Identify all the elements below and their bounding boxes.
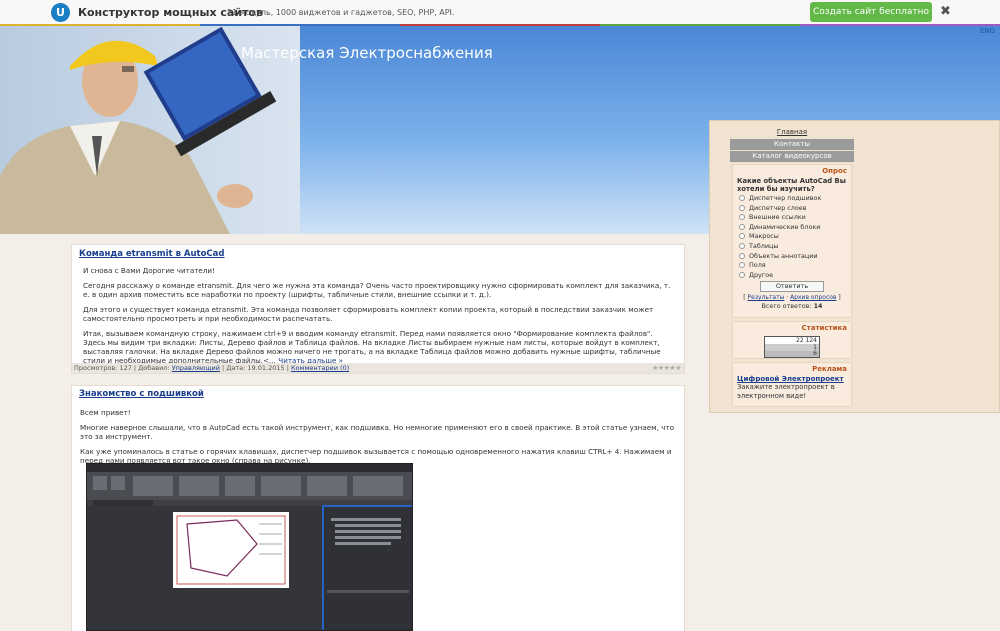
poll-option[interactable]: Другое — [733, 271, 851, 281]
radio-icon[interactable] — [739, 271, 745, 278]
poll-links: [ Результаты · Архив опросов ] — [743, 294, 841, 302]
stats-box: Статистика 22 124 1 6 — [732, 321, 852, 359]
nav-home[interactable]: Главная — [730, 127, 854, 138]
radio-icon[interactable] — [739, 204, 745, 211]
radio-icon[interactable] — [739, 214, 745, 221]
poll-option[interactable]: Диспетчер слоев — [733, 204, 851, 214]
poll-option-label: Макросы — [749, 232, 779, 241]
promo-bar: U Конструктор мощных сайтов 21 модуль, 1… — [0, 0, 1000, 26]
poll-option[interactable]: Диспетчер подшивок — [733, 194, 851, 204]
poll-option-label: Динамические блоки — [749, 222, 821, 231]
nav-contacts[interactable]: Контакты — [730, 139, 854, 150]
autocad-window-graphic — [87, 464, 412, 630]
poll-option-label: Другое — [749, 270, 774, 279]
poll-option-label: Объекты аннотации — [749, 251, 818, 260]
ads-text: Закажите электропроект в электронном вид… — [737, 383, 835, 400]
poll-option[interactable]: Поля — [733, 261, 851, 271]
ads-box: Реклама Цифровой Электропроект Закажите … — [732, 362, 852, 407]
post-title-link[interactable]: Команда etransmit в AutoCad — [79, 249, 677, 259]
post-greeting: Всем привет! — [80, 408, 131, 417]
radio-icon[interactable] — [739, 252, 745, 259]
hit-counter[interactable]: 22 124 1 6 — [764, 336, 820, 358]
radio-icon[interactable] — [739, 242, 745, 249]
poll-option[interactable]: Динамические блоки — [733, 223, 851, 233]
post-paragraph: Для этого и существует команда etransmit… — [83, 305, 654, 323]
author-link[interactable]: Управляющий — [172, 364, 220, 372]
radio-icon[interactable] — [739, 233, 745, 240]
poll-option[interactable]: Макросы — [733, 232, 851, 242]
post-paragraph: Итак, вызываем командную строку, нажимае… — [83, 329, 661, 365]
post-meta: Просмотров: 127 | Добавил: Управляющий |… — [72, 363, 684, 373]
site-title[interactable]: Мастерская Электроснабжения — [241, 44, 493, 62]
poll-option-label: Внешние ссылки — [749, 213, 806, 222]
poll-option-label: Таблицы — [749, 241, 779, 250]
poll-option-label: Диспетчер подшивок — [749, 194, 822, 202]
date-label: Дата: — [226, 364, 246, 372]
radio-icon[interactable] — [739, 262, 745, 269]
poll-archive-link[interactable]: Архив опросов — [790, 294, 836, 301]
poll-submit-button[interactable]: Ответить — [760, 281, 824, 293]
poll-box: Опрос Какие объекты AutoCad Вы хотели бы… — [732, 164, 852, 318]
views-count: 127 — [119, 364, 132, 372]
promo-tagline: 21 модуль, 1000 виджетов и гаджетов, SEO… — [227, 8, 455, 17]
counter-online: 6 — [765, 351, 819, 357]
poll-option-label: Поля — [749, 261, 766, 270]
poll-total-label: Всего ответов: — [761, 302, 812, 311]
close-icon[interactable]: ✖ — [940, 4, 951, 19]
radio-icon[interactable] — [739, 223, 745, 230]
post-paragraph: Сегодня расскажу о команде etransmit. Дл… — [83, 281, 671, 299]
poll-results-link[interactable]: Результаты — [748, 294, 785, 301]
post-entry: Команда etransmit в AutoCad И снова с Ва… — [71, 244, 685, 374]
lang-link[interactable]: ENG — [980, 27, 995, 35]
sidebar: Главная Контакты Каталог видеокурсов Опр… — [709, 120, 1000, 413]
ucoz-logo-icon[interactable]: U — [51, 3, 70, 22]
poll-option[interactable]: Таблицы — [733, 242, 851, 252]
create-site-button[interactable]: Создать сайт бесплатно — [810, 2, 932, 22]
poll-option[interactable]: Внешние ссылки — [733, 213, 851, 223]
ads-link[interactable]: Цифровой Электропроект — [733, 375, 851, 383]
added-label: Добавил: — [138, 364, 170, 372]
post-paragraph: Многие наверное слышали, что в AutoCad е… — [80, 423, 675, 441]
poll-question: Какие объекты AutoCad Вы хотели бы изучи… — [737, 177, 846, 193]
poll-option[interactable]: Объекты аннотации — [733, 252, 851, 262]
post-title-link[interactable]: Знакомство с подшивкой — [79, 389, 677, 399]
comments-link[interactable]: Комментарии (0) — [291, 364, 349, 372]
nav-video-catalog[interactable]: Каталог видеокурсов — [730, 151, 854, 162]
poll-title: Опрос — [822, 167, 847, 175]
ads-title: Реклама — [812, 365, 847, 373]
views-label: Просмотров: — [74, 364, 118, 372]
stats-title: Статистика — [801, 324, 847, 332]
autocad-screenshot — [86, 463, 413, 631]
counter-today: 1 — [765, 344, 819, 351]
rating-stars[interactable]: ★★★★★ — [652, 364, 681, 373]
radio-icon[interactable] — [739, 195, 745, 201]
post-greeting: И снова с Вами Дорогие читатели! — [83, 266, 215, 275]
post-date: 19.01.2015 — [247, 364, 285, 372]
poll-total: Всего ответов: 14 — [733, 302, 851, 310]
poll-option-label: Диспетчер слоев — [749, 203, 807, 212]
poll-total-count: 14 — [813, 302, 823, 311]
counter-total: 22 124 — [765, 337, 819, 344]
